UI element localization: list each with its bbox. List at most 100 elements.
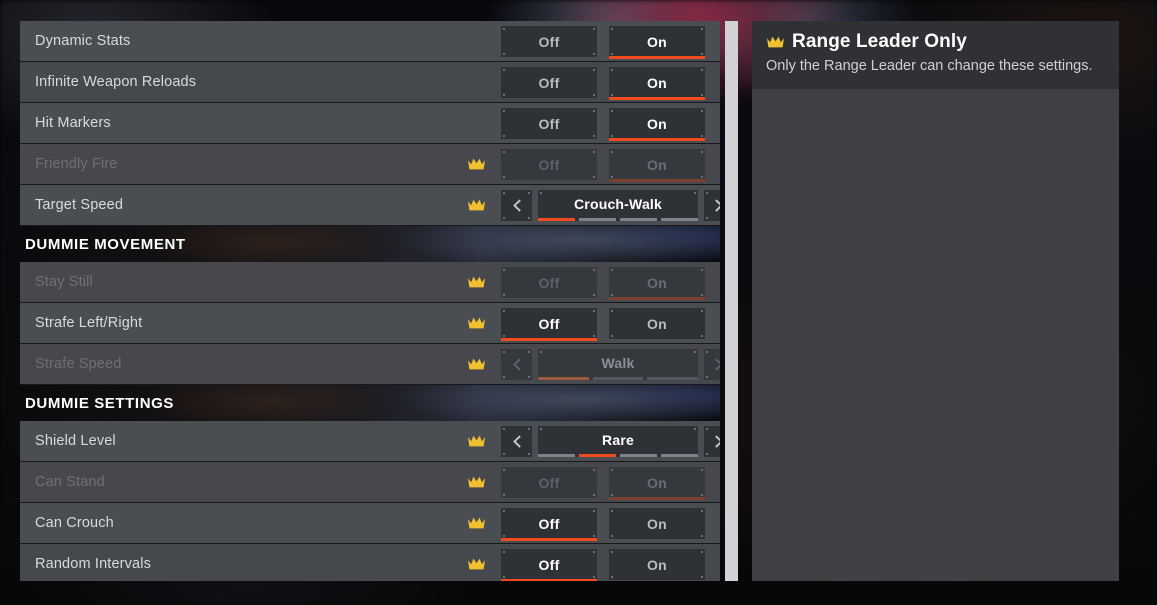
toggle-option-on[interactable]: On (609, 308, 705, 339)
stepper-segment (538, 218, 575, 221)
toggle-group: Off On (501, 267, 705, 300)
stepper-value-box: Rare (538, 426, 698, 457)
crown-icon (467, 357, 486, 371)
settings-list-panel: Dynamic Stats Off On Infinite Weapon Reload… (20, 21, 720, 581)
toggle-group: Off On (501, 549, 705, 581)
crown-icon (467, 198, 486, 212)
toggle-option-label: Off (538, 156, 560, 173)
toggle-option-off: Off (501, 467, 597, 498)
stepper-segment (579, 454, 616, 457)
toggle-option-label: On (646, 156, 668, 173)
setting-row[interactable]: Strafe Left/Right Off On (20, 303, 720, 344)
toggle-option-on[interactable]: On (609, 26, 705, 59)
setting-row-label: Strafe Speed (35, 356, 122, 372)
toggle-option-on[interactable]: On (609, 549, 705, 580)
toggle-option-label: On (646, 115, 668, 132)
settings-scrollbar-track[interactable] (725, 21, 738, 581)
settings-scrollbar-thumb[interactable] (725, 21, 738, 581)
setting-row-label: Friendly Fire (35, 156, 118, 172)
toggle-option-off: Off (501, 149, 597, 180)
stepper-segments (538, 218, 698, 221)
info-panel-description: Only the Range Leader can change these s… (766, 58, 1093, 74)
toggle-group: Off On (501, 467, 705, 500)
toggle-option-label: On (646, 474, 668, 491)
toggle-option-label: Off (538, 556, 560, 573)
toggle-option-on: On (609, 149, 705, 182)
toggle-option-label: On (646, 315, 668, 332)
stepper-segment (538, 454, 575, 457)
toggle-option-off[interactable]: Off (501, 108, 597, 139)
section-header-label: DUMMIE MOVEMENT (25, 235, 186, 253)
toggle-option-off[interactable]: Off (501, 549, 597, 581)
toggle-group: Off On (501, 67, 705, 100)
chevron-right-icon[interactable] (704, 426, 720, 457)
info-panel-title: Range Leader Only (792, 31, 967, 52)
crown-icon (467, 434, 486, 448)
toggle-option-off[interactable]: Off (501, 67, 597, 98)
crown-icon (467, 475, 486, 489)
stepper-segment (647, 377, 699, 380)
stepper-segment (592, 377, 644, 380)
toggle-group: Off On (501, 308, 705, 341)
toggle-option-label: Off (538, 315, 560, 332)
stepper-segment (579, 218, 616, 221)
setting-row: Strafe Speed Walk (20, 344, 720, 385)
toggle-option-off[interactable]: Off (501, 308, 597, 341)
crown-icon (766, 35, 785, 49)
stepper-segments (538, 377, 699, 380)
info-panel-body (752, 89, 1119, 581)
chevron-left-icon (501, 349, 532, 380)
stepper-segment (620, 454, 657, 457)
stepper-segment (620, 218, 657, 221)
chevron-right-icon (704, 349, 720, 380)
toggle-option-label: On (646, 33, 668, 50)
toggle-option-on[interactable]: On (609, 508, 705, 539)
toggle-option-label: Off (538, 274, 560, 291)
stepper-control: Rare (501, 426, 720, 457)
setting-row[interactable]: Random Intervals Off On (20, 544, 720, 581)
setting-row[interactable]: Dynamic Stats Off On (20, 21, 720, 62)
toggle-group: Off On (501, 108, 705, 141)
stepper-control: Crouch-Walk (501, 190, 720, 221)
toggle-option-on[interactable]: On (609, 108, 705, 141)
toggle-option-on[interactable]: On (609, 67, 705, 100)
toggle-option-label: On (646, 515, 668, 532)
info-panel-title-row: Range Leader Only (766, 31, 1105, 53)
toggle-option-off[interactable]: Off (501, 508, 597, 541)
setting-row[interactable]: Shield Level Rare (20, 421, 720, 462)
toggle-option-off: Off (501, 267, 597, 298)
setting-row[interactable]: Hit Markers Off On (20, 103, 720, 144)
setting-row-label: Infinite Weapon Reloads (35, 74, 197, 90)
toggle-option-off[interactable]: Off (501, 26, 597, 57)
chevron-right-icon[interactable] (704, 190, 720, 221)
stepper-segment (661, 454, 698, 457)
stepper-value-box: Crouch-Walk (538, 190, 698, 221)
setting-row-label: Strafe Left/Right (35, 315, 143, 331)
crown-icon (467, 316, 486, 330)
chevron-left-icon[interactable] (501, 426, 532, 457)
chevron-left-icon[interactable] (501, 190, 532, 221)
toggle-option-label: Off (538, 74, 560, 91)
setting-row-label: Shield Level (35, 433, 116, 449)
setting-row[interactable]: Can Crouch Off On (20, 503, 720, 544)
crown-icon (467, 275, 486, 289)
setting-row[interactable]: Infinite Weapon Reloads Off On (20, 62, 720, 103)
setting-row-label: Can Crouch (35, 515, 114, 531)
info-panel: Range Leader Only Only the Range Leader … (752, 21, 1119, 581)
section-header: DUMMIE SETTINGS (20, 385, 720, 421)
crown-icon (467, 557, 486, 571)
setting-row-label: Stay Still (35, 274, 93, 290)
section-header-label: DUMMIE SETTINGS (25, 394, 175, 412)
setting-row[interactable]: Target Speed Crouch-Walk (20, 185, 720, 226)
setting-row: Can Stand Off On (20, 462, 720, 503)
stepper-value-box: Walk (538, 349, 699, 380)
toggle-group: Off On (501, 26, 705, 59)
setting-row-label: Hit Markers (35, 115, 111, 131)
stepper-value: Crouch-Walk (573, 196, 663, 212)
stepper-segments (538, 454, 698, 457)
setting-row-label: Target Speed (35, 197, 124, 213)
toggle-group: Off On (501, 149, 705, 182)
settings-screen: Dynamic Stats Off On Infinite Weapon Reload… (0, 0, 1157, 605)
crown-icon (467, 157, 486, 171)
toggle-option-label: On (646, 74, 668, 91)
